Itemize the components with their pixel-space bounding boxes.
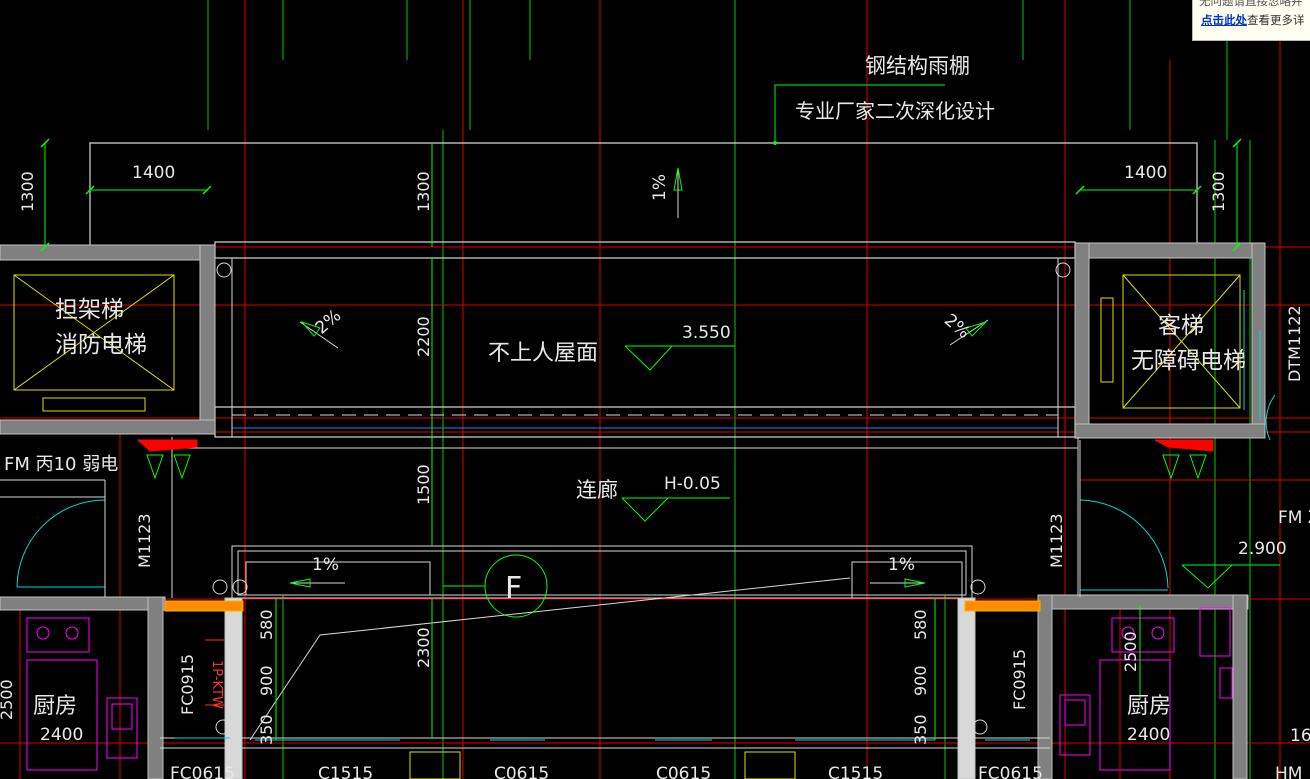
door-dtm1122: DTM1122: [1285, 305, 1304, 382]
dim-580-right: 580: [911, 609, 930, 640]
dim-2500-left: 2500: [0, 679, 16, 720]
tag-1p-ktw: 1P-KTW: [209, 660, 224, 709]
passenger-lift-label-1: 客梯: [1158, 313, 1204, 339]
window-fc0615-right: FC0615: [978, 764, 1043, 779]
notice-line-2-rest: 查看更多详: [1247, 13, 1305, 27]
window-fc0915-left: FC0915: [178, 654, 197, 715]
slope-corridor-left: 1%: [312, 555, 339, 575]
canopy-title: 钢结构雨棚: [865, 54, 970, 78]
notice-line-1: 无问题请直接忽略并: [1199, 0, 1303, 8]
kitchen-right-label: 厨房: [1127, 694, 1171, 719]
stretcher-lift-label-1: 担架梯: [55, 297, 124, 323]
dim-1600: 160: [1290, 726, 1310, 746]
roof-level: 3.550: [682, 323, 731, 343]
window-c1515-left-b: C1515: [318, 764, 373, 779]
hm-label: HM: [1275, 764, 1302, 779]
right-level: 2.900: [1238, 539, 1287, 559]
kitchen-left-dim: 2400: [40, 725, 83, 745]
dim-1500: 1500: [414, 464, 433, 505]
window-c0615-left: C0615: [494, 764, 549, 779]
kitchen-left-label: 厨房: [33, 694, 77, 719]
dim-1400-right: 1400: [1124, 163, 1167, 183]
window-fc0615-left: FC0615: [170, 764, 235, 779]
kitchen-fixtures-right: [1059, 607, 1233, 771]
dim-2300: 2300: [414, 627, 433, 668]
notice-line-2: 点击此处查看更多详: [1193, 11, 1310, 30]
passenger-lift-label-2: 无障碍电梯: [1131, 348, 1246, 374]
dim-2200: 2200: [414, 316, 433, 357]
dim-1300-mid: 1300: [414, 171, 433, 212]
slope-top: 1%: [650, 174, 670, 201]
dim-350-left: 350: [257, 714, 276, 745]
slope-right-roof: 2%: [940, 310, 974, 343]
notice-link[interactable]: 点击此处: [1201, 13, 1247, 27]
door-m1123-left: M1123: [135, 513, 154, 568]
dim-1300-left: 1300: [18, 171, 37, 212]
fm-weak-label: FM 丙10 弱电: [4, 454, 118, 475]
dim-2500-right: 2500: [1121, 631, 1140, 672]
window-c0615-right: C0615: [656, 764, 711, 779]
door-m1123-right: M1123: [1047, 513, 1066, 568]
corridor-level: H-0.05: [664, 474, 721, 494]
slope-corridor-right: 1%: [888, 555, 915, 575]
kitchen-right-dim: 2400: [1127, 725, 1170, 745]
notification-popup: 无问题请直接忽略并 点击此处查看更多详: [1192, 0, 1310, 41]
dim-580-left: 580: [257, 609, 276, 640]
canopy-note: 专业厂家二次深化设计: [795, 99, 995, 123]
axis-f-label: F: [505, 571, 522, 606]
dim-900-right: 900: [911, 665, 930, 696]
dim-900-left: 900: [257, 665, 276, 696]
stretcher-lift-label-2: 消防电梯: [55, 332, 147, 358]
dim-1400-left: 1400: [132, 163, 175, 183]
roof-label: 不上人屋面: [488, 341, 598, 366]
dim-1300-right: 1300: [1209, 171, 1228, 212]
dim-350-right: 350: [911, 714, 930, 745]
corridor-label: 连廊: [576, 478, 618, 502]
window-c1515-right: C1515: [828, 764, 883, 779]
window-fc0915-right: FC0915: [1010, 649, 1029, 710]
cad-drawing-canvas[interactable]: 钢结构雨棚 专业厂家二次深化设计 不上人屋面 3.550 连廊 H-0.05 2…: [0, 0, 1310, 779]
fm-right-label: FM Z: [1278, 508, 1310, 528]
